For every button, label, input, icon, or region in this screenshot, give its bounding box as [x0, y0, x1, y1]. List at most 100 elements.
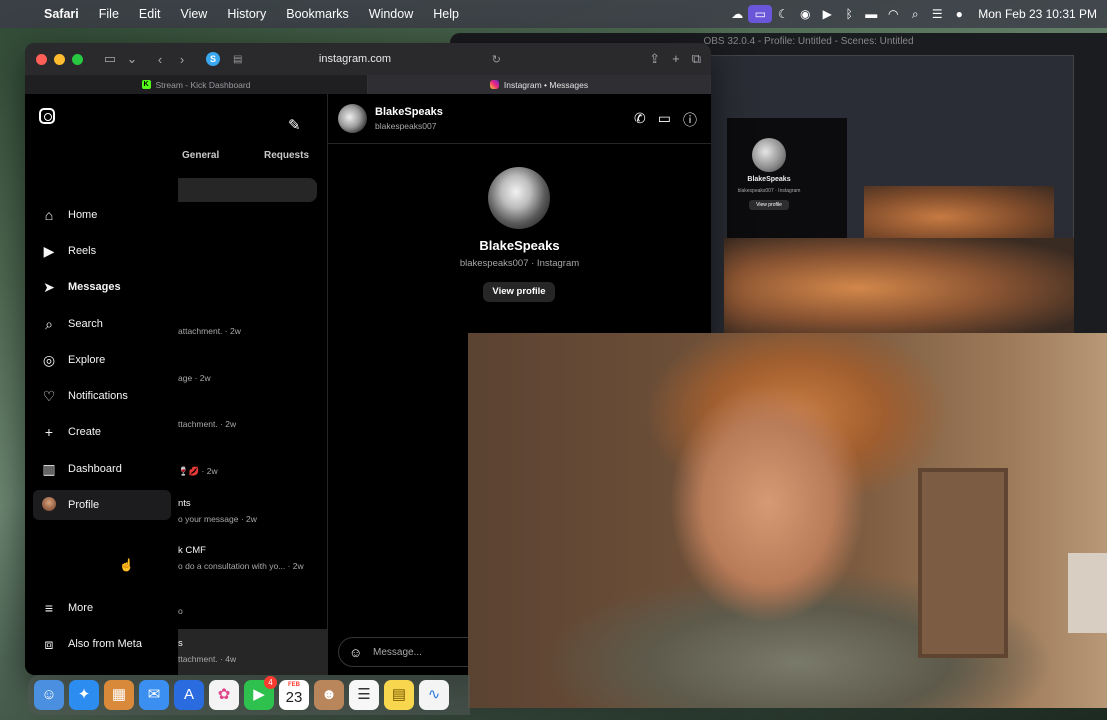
menu-bookmarks[interactable]: Bookmarks [276, 7, 359, 21]
control-center-icon[interactable]: ☰ [926, 7, 948, 21]
list-item[interactable]: age · 2w [178, 373, 328, 383]
emoji-icon[interactable]: ☺ [349, 645, 367, 660]
chevron-down-icon[interactable]: ⌄ [121, 51, 143, 67]
hamburger-menu-icon: ≡ [44, 600, 54, 616]
obs-webcam-preview-small [864, 186, 1054, 238]
conversation-preview: ttachment. · 4w [178, 654, 237, 664]
menu-window[interactable]: Window [359, 7, 423, 21]
menu-help[interactable]: Help [423, 7, 469, 21]
back-button-icon[interactable]: ‹ [149, 52, 171, 67]
conversation-preview: o your message · 2w [178, 514, 257, 524]
instagram-logo-icon[interactable] [39, 108, 55, 124]
freeform-icon[interactable]: ∿ [419, 680, 449, 710]
menu-app-name[interactable]: Safari [34, 7, 89, 21]
address-url[interactable]: instagram.com [319, 53, 391, 65]
search-input[interactable] [178, 178, 317, 202]
page-settings-icon[interactable]: ▤ [233, 54, 242, 65]
tab-bar: K Stream - Kick Dashboard Instagram • Me… [25, 75, 711, 94]
nav-reels[interactable]: ▶ Reels [33, 236, 171, 266]
nav-home[interactable]: ⌂ Home [33, 200, 171, 230]
wifi-icon[interactable]: ◠ [882, 7, 904, 21]
address-bar[interactable]: ▤ instagram.com ↻ [205, 49, 505, 69]
list-item[interactable]: k CMF o do a consultation with yo... · 2… [178, 545, 328, 571]
nav-create[interactable]: + Create [33, 417, 171, 447]
list-item[interactable]: s ttachment. · 4w [178, 629, 328, 675]
contacts-icon[interactable]: ☻ [314, 680, 344, 710]
preview-view-profile: View profile [749, 200, 789, 210]
menu-clock[interactable]: Mon Feb 23 10:31 PM [970, 7, 1097, 21]
reminders-icon[interactable]: ☰ [349, 680, 379, 710]
heart-icon: ♡ [42, 387, 56, 404]
phone-icon[interactable]: ✆ [634, 110, 646, 130]
list-item[interactable]: o [178, 606, 328, 616]
list-item[interactable]: attachment. · 2w [178, 326, 328, 336]
finder-icon[interactable]: ☺ [34, 680, 64, 710]
nav-label: More [68, 602, 94, 614]
nav-explore[interactable]: ◎ Explore [33, 345, 171, 375]
list-item[interactable]: ttachment. · 2w [178, 419, 328, 429]
conversation-list: ✎ General Requests attachment. · 2w age … [178, 94, 328, 675]
facetime-icon[interactable]: ▶ 4 [244, 676, 277, 710]
chat-contact-name[interactable]: BlakeSpeaks [375, 106, 443, 118]
minimize-window-button[interactable] [54, 53, 65, 65]
nav-messages[interactable]: ➤ Messages [33, 272, 171, 302]
spotlight-search-icon[interactable]: ⌕ [904, 7, 926, 22]
forward-button-icon[interactable]: › [171, 52, 193, 67]
new-tab-icon[interactable]: + [672, 51, 680, 67]
tab-instagram-messages[interactable]: Instagram • Messages [368, 75, 711, 94]
nav-search[interactable]: ⌕ Search [33, 309, 171, 339]
nav-dashboard[interactable]: ▥ Dashboard [33, 454, 171, 484]
list-item[interactable]: 🍷💋 · 2w [178, 466, 328, 477]
stage-manager-icon[interactable]: ▭ [748, 5, 773, 23]
reload-icon[interactable]: ↻ [492, 53, 501, 66]
video-call-icon[interactable]: ▭ [658, 110, 671, 130]
view-profile-button[interactable]: View profile [483, 282, 555, 302]
play-icon[interactable]: ▶ [816, 7, 838, 21]
zoom-window-button[interactable] [72, 53, 83, 65]
menu-history[interactable]: History [217, 7, 276, 21]
moon-icon[interactable]: ☾ [772, 7, 794, 21]
safari-toolbar: ▭ ⌄ ‹ › S ▤ instagram.com ↻ ⇪ + ⧉ [25, 43, 711, 75]
nav-label: Create [68, 426, 102, 438]
photos-icon[interactable]: ✿ [209, 680, 239, 710]
notes-icon[interactable]: ▤ [384, 680, 414, 710]
app-store-icon[interactable]: A [174, 680, 204, 710]
avatar[interactable] [338, 104, 367, 133]
bluetooth-icon[interactable]: ᛒ [838, 7, 860, 21]
plus-icon: + [44, 424, 54, 440]
menu-file[interactable]: File [89, 7, 129, 21]
close-window-button[interactable] [36, 53, 47, 65]
nav-also-from-meta[interactable]: ⧈ Also from Meta [33, 629, 171, 659]
sidebar-toggle-icon[interactable]: ▭ [99, 51, 121, 67]
tab-requests[interactable]: Requests [264, 150, 309, 161]
nav-label: Dashboard [68, 463, 122, 475]
creative-cloud-icon[interactable]: ☁ [726, 7, 748, 21]
nav-more[interactable]: ≡ More [33, 593, 171, 623]
mail-icon[interactable]: ✉ [139, 680, 169, 710]
battery-icon[interactable]: ▬ [860, 7, 882, 21]
tab-label: Stream - Kick Dashboard [155, 79, 251, 90]
launchpad-icon[interactable]: ▦ [104, 680, 134, 710]
nav-notifications[interactable]: ♡ Notifications [33, 381, 171, 411]
menu-bar: Safari File Edit View History Bookmarks … [0, 0, 1107, 28]
tab-overview-icon[interactable]: ⧉ [692, 51, 701, 67]
nav-label: Messages [68, 281, 121, 293]
tab-kick-dashboard[interactable]: K Stream - Kick Dashboard [25, 75, 368, 94]
tab-general[interactable]: General [182, 150, 219, 161]
profile-avatar [36, 496, 62, 514]
obs-icon[interactable]: ◉ [794, 7, 816, 21]
compose-icon[interactable]: ✎ [288, 116, 301, 134]
nav-label: Home [68, 209, 98, 221]
nav-label: Search [68, 318, 103, 330]
menu-edit[interactable]: Edit [129, 7, 171, 21]
conversation-preview: age · 2w [178, 373, 211, 383]
safari-icon[interactable]: ✦ [69, 680, 99, 710]
share-icon[interactable]: ⇪ [649, 51, 660, 67]
calendar-icon[interactable]: FEB 23 [279, 680, 309, 710]
info-icon[interactable]: ⓘ [683, 110, 697, 130]
siri-icon[interactable]: ● [948, 7, 970, 21]
list-item[interactable]: nts o your message · 2w [178, 498, 328, 524]
dock: ☺ ✦ ▦ ✉ A ✿ ▶ 4 FEB 23 ☻ ☰ ▤ ∿ [28, 675, 470, 715]
menu-view[interactable]: View [170, 7, 217, 21]
nav-profile[interactable]: Profile [33, 490, 171, 520]
